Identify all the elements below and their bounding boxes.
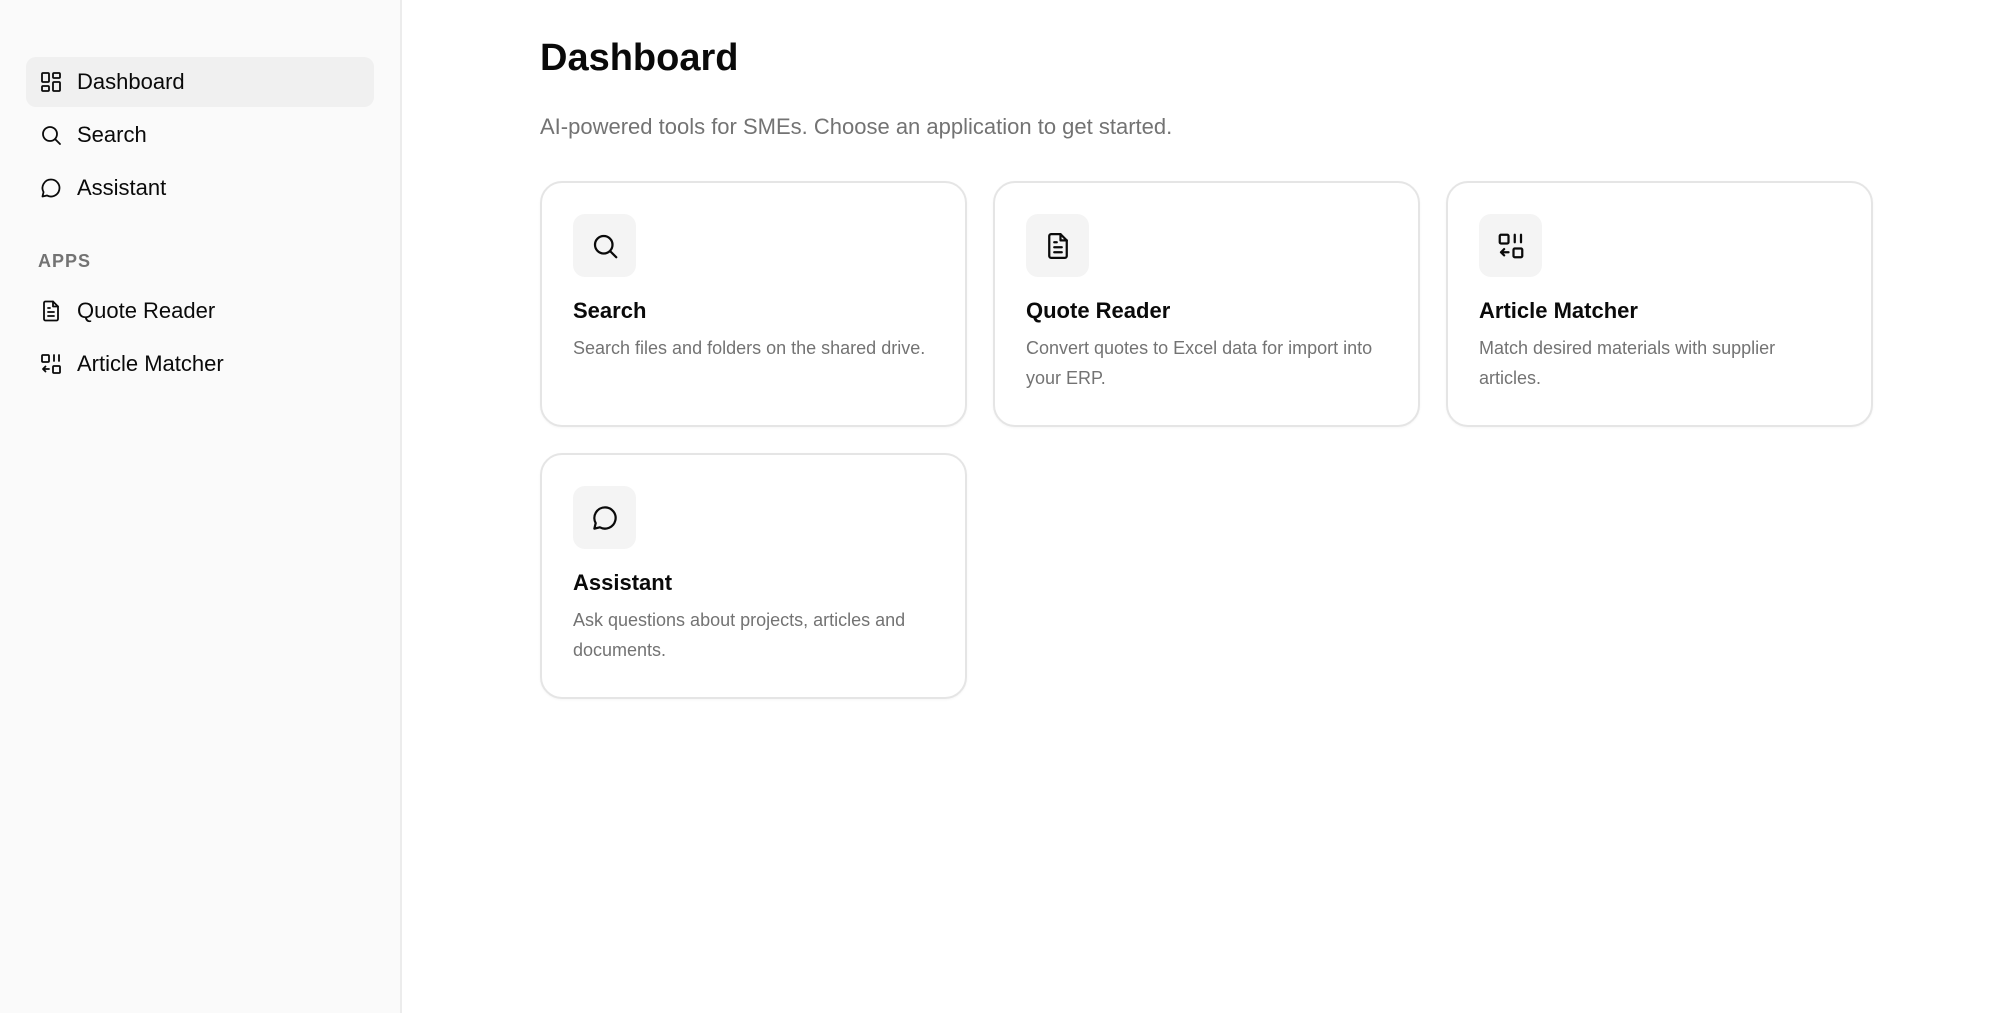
card-description: Convert quotes to Excel data for import … (1026, 338, 1373, 388)
app-root: Dashboard Search Assistant APPS Quote Re… (0, 0, 2000, 1013)
search-icon (39, 123, 63, 147)
dashboard-icon (39, 70, 63, 94)
article-matcher-icon (39, 352, 63, 376)
search-icon (573, 214, 636, 277)
apps-section-label: APPS (38, 251, 92, 271)
card-assistant[interactable]: Assistant Ask questions about projects, … (540, 453, 967, 699)
sidebar-item-dashboard[interactable]: Dashboard (26, 57, 374, 107)
article-matcher-icon (1479, 214, 1542, 277)
chat-bubble-icon (39, 176, 63, 200)
card-description: Ask questions about projects, articles a… (573, 610, 906, 660)
sidebar-item-label: Assistant (77, 175, 167, 200)
page-title: Dashboard (540, 37, 739, 79)
card-title: Quote Reader (1026, 298, 1171, 323)
card-description: Match desired materials with supplier ar… (1479, 338, 1776, 388)
sidebar-item-label: Quote Reader (77, 298, 216, 323)
sidebar: Dashboard Search Assistant APPS Quote Re… (0, 0, 402, 1013)
card-title: Assistant (573, 570, 673, 595)
page-subtitle: AI-powered tools for SMEs. Choose an app… (540, 114, 1173, 139)
card-title: Search (573, 298, 647, 323)
card-search[interactable]: Search Search files and folders on the s… (540, 181, 967, 427)
card-title: Article Matcher (1479, 298, 1638, 323)
document-icon (1026, 214, 1089, 277)
card-article-matcher[interactable]: Article Matcher Match desired materials … (1446, 181, 1873, 427)
sidebar-item-search[interactable]: Search (26, 110, 374, 160)
card-description: Search files and folders on the shared d… (573, 338, 926, 358)
sidebar-item-label: Dashboard (77, 69, 185, 94)
sidebar-item-assistant[interactable]: Assistant (26, 163, 374, 213)
sidebar-item-label: Article Matcher (77, 351, 224, 376)
chat-bubble-icon (573, 486, 636, 549)
sidebar-item-quote-reader[interactable]: Quote Reader (26, 286, 374, 336)
document-icon (39, 299, 63, 323)
card-quote-reader[interactable]: Quote Reader Convert quotes to Excel dat… (993, 181, 1420, 427)
main-content: Dashboard AI-powered tools for SMEs. Cho… (402, 0, 2000, 1013)
sidebar-item-article-matcher[interactable]: Article Matcher (26, 339, 374, 389)
sidebar-item-label: Search (77, 122, 147, 147)
app-cards-grid: Search Search files and folders on the s… (540, 181, 2000, 699)
